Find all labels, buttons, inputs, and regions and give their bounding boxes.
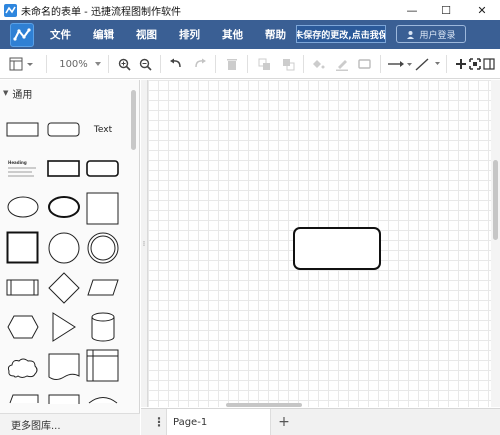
shape-text[interactable]: Text — [86, 122, 120, 138]
fit-icon — [468, 58, 481, 70]
fill-bucket-icon — [313, 59, 325, 68]
more-shapes-link[interactable]: 更多图库... — [0, 413, 140, 435]
shape-ellipse[interactable] — [6, 194, 40, 220]
canvas-rounded-rectangle[interactable] — [293, 227, 381, 270]
window-title: 未命名的表单 - 迅捷流程图制作软件 — [21, 6, 181, 18]
menu-file[interactable]: 文件 — [50, 27, 71, 42]
menu-edit[interactable]: 编辑 — [93, 27, 114, 42]
trash-icon — [227, 58, 237, 70]
layout-icon — [9, 57, 33, 71]
shape-square[interactable] — [86, 192, 120, 226]
diagonal-line-icon — [415, 58, 440, 71]
shape-parallelogram[interactable] — [86, 278, 120, 298]
sidebar-scrollbar[interactable] — [131, 90, 136, 150]
shape-rounded-rectangle[interactable] — [47, 122, 81, 138]
redo-icon — [195, 58, 206, 68]
redo-button[interactable] — [192, 56, 208, 72]
to-front-icon — [258, 58, 270, 70]
arrow-right-icon — [388, 61, 412, 67]
page-menu-icon[interactable]: ⋮ — [153, 413, 165, 431]
delete-button[interactable] — [224, 56, 240, 72]
menu-bar: 文件 编辑 视图 排列 其他 帮助 有未保存的更改,点击我保存 用户登录 — [0, 20, 500, 49]
zoom-in-button[interactable] — [116, 56, 132, 72]
login-label: 用户登录 — [419, 30, 456, 41]
section-general-header[interactable]: ▼ 通用 — [0, 85, 130, 101]
shape-square-bold[interactable] — [6, 231, 40, 265]
pencil-icon — [336, 59, 348, 71]
line-color-button[interactable] — [334, 56, 350, 72]
shadow-icon — [358, 59, 371, 69]
to-back-icon — [282, 58, 294, 70]
panel-icon — [482, 58, 495, 70]
zoom-out-icon — [139, 58, 152, 71]
login-button[interactable]: 用户登录 — [396, 25, 466, 43]
user-icon — [407, 30, 415, 39]
shape-cylinder[interactable] — [90, 311, 116, 343]
zoom-select[interactable]: 100% — [56, 56, 106, 72]
shape-sidebar: ▼ 通用 Text Heading 更多图库... — [0, 80, 140, 435]
menu-view[interactable]: 视图 — [136, 27, 157, 42]
fill-color-button[interactable] — [310, 56, 326, 72]
shape-ellipse-bold[interactable] — [47, 194, 81, 220]
shape-document[interactable] — [47, 352, 81, 382]
zoom-in-icon — [118, 58, 131, 71]
minimize-button[interactable]: — — [396, 0, 428, 20]
shape-cloud[interactable] — [6, 356, 40, 380]
shape-double-circle[interactable] — [86, 231, 120, 265]
shape-diamond[interactable] — [47, 272, 81, 304]
shape-partial-1[interactable] — [6, 394, 40, 404]
zoom-value: 100% — [59, 58, 88, 70]
to-front-button[interactable] — [256, 56, 272, 72]
insert-button[interactable] — [454, 56, 467, 72]
canvas-vertical-scrollbar[interactable] — [491, 80, 500, 407]
section-title: 通用 — [12, 89, 33, 101]
panel-toggle-button[interactable] — [8, 56, 36, 72]
to-back-button[interactable] — [280, 56, 296, 72]
shape-triangle[interactable] — [50, 311, 78, 343]
app-logo-icon — [10, 22, 34, 47]
page-bar: ⋮ Page-1 + — [141, 408, 500, 435]
undo-icon — [170, 58, 181, 68]
plus-icon — [455, 59, 466, 69]
shape-partial-2[interactable] — [47, 394, 81, 404]
shape-partial-3[interactable] — [86, 394, 120, 404]
menu-other[interactable]: 其他 — [222, 27, 243, 42]
shape-rectangle[interactable] — [6, 122, 40, 138]
maximize-button[interactable]: ☐ — [430, 0, 462, 20]
shape-hexagon[interactable] — [6, 314, 40, 340]
unsaved-changes-button[interactable]: 有未保存的更改,点击我保存 — [296, 25, 386, 43]
horizontal-scroll-thumb[interactable] — [226, 403, 302, 407]
collapse-arrow-icon: ▼ — [3, 89, 9, 97]
menu-help[interactable]: 帮助 — [265, 27, 286, 42]
format-panel-button[interactable] — [482, 56, 495, 72]
shape-process-bold[interactable] — [47, 160, 81, 178]
zoom-out-button[interactable] — [137, 56, 153, 72]
chevron-down-icon — [94, 62, 101, 66]
close-button[interactable]: ✕ — [466, 0, 498, 20]
tab-page-1[interactable]: Page-1 — [166, 409, 271, 435]
vertical-scroll-thumb[interactable] — [493, 160, 498, 240]
shadow-button[interactable] — [357, 56, 373, 72]
title-bar: 未命名的表单 - 迅捷流程图制作软件 — ☐ ✕ — [0, 0, 500, 20]
shape-circle[interactable] — [47, 231, 81, 265]
shape-heading-text[interactable]: Heading — [8, 160, 40, 184]
app-icon — [4, 3, 17, 17]
undo-button[interactable] — [168, 56, 184, 72]
connector-style-button[interactable] — [387, 56, 413, 72]
fit-page-button[interactable] — [468, 56, 481, 72]
waypoint-style-button[interactable] — [415, 56, 441, 72]
menu-arrange[interactable]: 排列 — [179, 27, 200, 42]
shape-subprocess[interactable] — [6, 278, 40, 298]
toolbar: 100% — [0, 49, 500, 79]
shape-rounded-bold[interactable] — [86, 160, 120, 178]
add-page-button[interactable]: + — [275, 412, 293, 432]
shape-internal-storage[interactable] — [86, 348, 120, 384]
